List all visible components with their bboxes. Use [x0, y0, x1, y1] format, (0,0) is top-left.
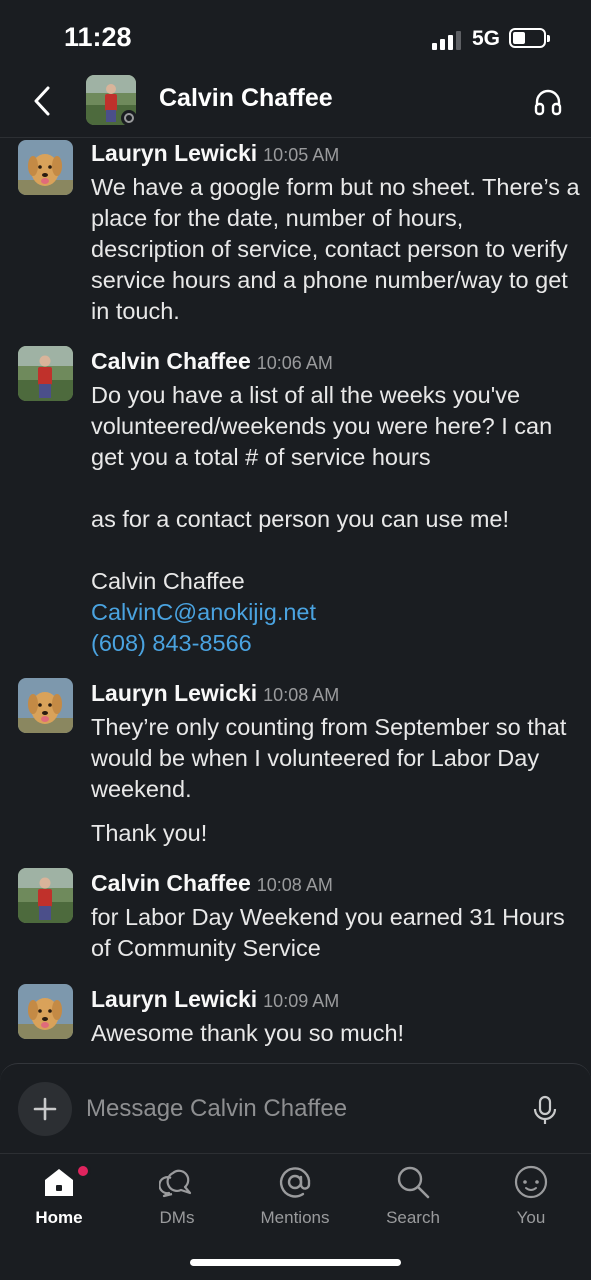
message-time: 10:08 AM	[263, 685, 340, 705]
tab-label: Mentions	[260, 1208, 330, 1227]
email-link[interactable]: CalvinC@anokijig.net	[91, 597, 581, 628]
tab-search[interactable]: Search	[363, 1164, 463, 1234]
message-composer	[0, 1063, 591, 1153]
message-text: They’re only counting from September so …	[91, 714, 567, 802]
message-text: for Labor Day Weekend you earned 31 Hour…	[91, 904, 565, 961]
avatar[interactable]	[18, 346, 73, 401]
message-body: for Labor Day Weekend you earned 31 Hour…	[91, 902, 581, 964]
battery-icon	[509, 28, 550, 48]
presence-indicator	[121, 110, 137, 126]
message-input[interactable]	[86, 1092, 506, 1126]
tab-label: You	[516, 1208, 546, 1227]
conversation-header: Calvin Chaffee	[0, 70, 591, 138]
search-icon	[397, 1166, 430, 1199]
tab-dms[interactable]: DMs	[127, 1164, 227, 1234]
message-time: 10:05 AM	[263, 145, 340, 165]
plus-icon	[33, 1097, 57, 1121]
message-body: We have a google form but no sheet. Ther…	[91, 172, 581, 327]
tab-label: DMs	[159, 1208, 195, 1227]
message-text: We have a google form but no sheet. Ther…	[91, 174, 580, 324]
avatar[interactable]	[18, 984, 73, 1039]
status-bar: 11:28 5G	[0, 0, 591, 70]
message-author[interactable]: Lauryn Lewicki	[91, 986, 257, 1012]
message-text: Awesome thank you so much!	[91, 1020, 405, 1046]
message-author[interactable]: Calvin Chaffee	[91, 348, 251, 374]
signal-icon	[432, 30, 462, 50]
avatar[interactable]	[18, 678, 73, 733]
tab-home[interactable]: Home	[9, 1164, 109, 1234]
home-icon	[45, 1169, 73, 1196]
avatar[interactable]	[18, 868, 73, 923]
tab-you[interactable]: You	[481, 1164, 581, 1234]
message-text: Do you have a list of all the weeks you'…	[91, 382, 553, 470]
message-time: 10:08 AM	[256, 875, 333, 895]
message-time: 10:06 AM	[256, 353, 333, 373]
message-body: They’re only counting from September so …	[91, 712, 581, 849]
phone-link[interactable]: (608) 843-8566	[91, 628, 581, 659]
message-author[interactable]: Lauryn Lewicki	[91, 680, 257, 706]
tab-mentions[interactable]: Mentions	[245, 1164, 345, 1234]
signature-name: Calvin Chaffee	[91, 568, 245, 594]
tab-label: Search	[386, 1208, 440, 1227]
avatar[interactable]	[18, 140, 73, 195]
add-attachment-button[interactable]	[18, 1082, 72, 1136]
dms-icon	[159, 1169, 192, 1198]
message-time: 10:09 AM	[263, 991, 340, 1011]
microphone-icon[interactable]	[530, 1094, 560, 1126]
home-indicator[interactable]	[190, 1259, 401, 1266]
back-icon[interactable]	[28, 84, 58, 118]
message-text: as for a contact person you can use me!	[91, 506, 510, 532]
headphones-icon[interactable]	[532, 86, 564, 118]
status-time: 11:28	[64, 22, 132, 52]
message-author[interactable]: Lauryn Lewicki	[91, 140, 257, 166]
message-author[interactable]: Calvin Chaffee	[91, 870, 251, 896]
message-list[interactable]: Lauryn Lewicki 10:05 AM We have a google …	[0, 138, 591, 1063]
notification-badge	[75, 1163, 91, 1179]
network-type: 5G	[472, 27, 501, 50]
mentions-icon	[279, 1167, 311, 1198]
message-text: Thank you!	[91, 820, 208, 846]
tab-label: Home	[35, 1208, 83, 1227]
message-body: Do you have a list of all the weeks you'…	[91, 380, 581, 659]
page-title[interactable]: Calvin Chaffee	[159, 84, 333, 113]
message-body: Awesome thank you so much!	[91, 1018, 581, 1049]
you-icon	[514, 1165, 548, 1199]
